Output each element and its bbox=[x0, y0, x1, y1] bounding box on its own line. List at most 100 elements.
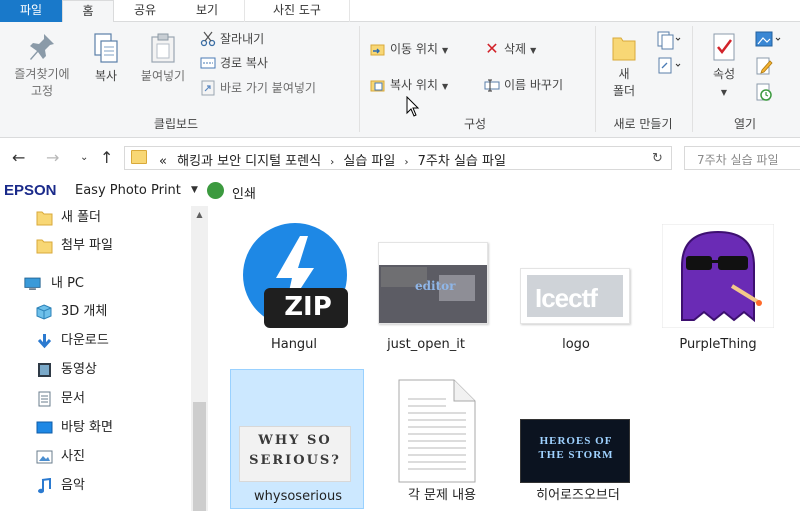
copy-path-icon bbox=[200, 55, 216, 71]
file-name: Hangul bbox=[270, 337, 318, 352]
group-divider bbox=[692, 26, 693, 132]
3d-objects-icon bbox=[36, 304, 52, 320]
new-folder-label-line1: 새 bbox=[618, 67, 630, 81]
breadcrumb-item[interactable]: 해킹과 보안 디지털 포렌식 bbox=[177, 154, 321, 169]
image-thumbnail: HEROES OF THE STORM bbox=[520, 419, 630, 483]
properties-label: 속성 bbox=[712, 67, 736, 81]
pin-to-quick-access-button[interactable]: 즐겨찾기에 고정 bbox=[4, 32, 80, 100]
recent-locations-chevron-icon[interactable]: ⌄ bbox=[80, 152, 88, 163]
paste-button[interactable]: 붙여넣기 bbox=[132, 32, 194, 85]
delete-button[interactable]: ✕ 삭제 ▼ bbox=[484, 38, 536, 60]
print-button[interactable]: 인쇄 bbox=[232, 183, 256, 202]
print-icon[interactable] bbox=[207, 182, 224, 199]
file-item-purplething[interactable]: PurpleThing bbox=[652, 214, 784, 354]
paste-shortcut-button[interactable]: 바로 가기 붙여넣기 bbox=[200, 77, 316, 99]
tree-item-label: 다운로드 bbox=[61, 333, 109, 348]
tab-picture-tools[interactable]: 사진 도구 bbox=[244, 0, 350, 22]
new-item-icon[interactable] bbox=[656, 30, 682, 50]
file-item-whysoserious[interactable]: WHY SO SERIOUS? whysoserious bbox=[230, 369, 364, 509]
breadcrumb-separator-icon[interactable]: › bbox=[330, 157, 334, 168]
refresh-icon[interactable]: ↻ bbox=[652, 151, 663, 166]
tree-item-documents[interactable]: 문서 bbox=[36, 385, 85, 413]
paste-icon bbox=[151, 33, 175, 63]
tree-item-videos[interactable]: 동영상 bbox=[36, 356, 97, 384]
tree-item-downloads[interactable]: 다운로드 bbox=[36, 327, 109, 355]
music-icon bbox=[38, 478, 51, 494]
tree-item-attachments[interactable]: 첨부 파일 bbox=[36, 232, 113, 260]
paste-shortcut-label: 바로 가기 붙여넣기 bbox=[220, 81, 316, 95]
tree-item-this-pc[interactable]: 내 PC bbox=[24, 270, 84, 298]
file-item-heroes[interactable]: HEROES OF THE STORM 히어로즈오브더 bbox=[512, 369, 644, 509]
tab-file[interactable]: 파일 bbox=[0, 0, 62, 22]
rename-button[interactable]: 이름 바꾸기 bbox=[484, 74, 563, 96]
thumb-text: WHY SO SERIOUS? bbox=[249, 433, 341, 468]
new-folder-button[interactable]: 새 폴더 bbox=[604, 32, 644, 100]
move-to-icon bbox=[370, 41, 386, 57]
tree-item-label: 문서 bbox=[61, 391, 85, 406]
move-to-dropdown-icon: ▼ bbox=[441, 46, 449, 55]
breadcrumb-separator-icon[interactable]: › bbox=[404, 157, 408, 168]
copy-to-button[interactable]: 복사 위치 ▼ bbox=[370, 74, 448, 96]
file-item-just-open-it[interactable]: editor just_open_it bbox=[360, 214, 492, 354]
paste-shortcut-icon bbox=[200, 80, 216, 96]
desktop-icon bbox=[36, 421, 53, 434]
cut-label: 잘라내기 bbox=[220, 32, 265, 46]
copy-to-label: 복사 위치 bbox=[390, 78, 438, 92]
ribbon: 즐겨찾기에 고정 복사 붙여넣기 잘라내기 경로 복사 바로 가기 붙여넣기 클… bbox=[0, 22, 800, 138]
tree-item-music[interactable]: 음악 bbox=[36, 472, 85, 500]
scroll-up-icon[interactable]: ▲ bbox=[191, 210, 208, 219]
file-item-hangul[interactable]: ZIP Hangul bbox=[228, 214, 360, 354]
search-input[interactable]: 7주차 실습 파일 bbox=[684, 146, 800, 170]
file-name: just_open_it bbox=[387, 337, 465, 352]
open-group-label: 열기 bbox=[733, 117, 757, 131]
breadcrumb: « 해킹과 보안 디지털 포렌식 › 실습 파일 › 7주차 실습 파일 bbox=[159, 150, 506, 169]
tab-share[interactable]: 공유 bbox=[116, 0, 174, 22]
easy-photo-print-button[interactable]: Easy Photo Print bbox=[75, 183, 181, 198]
pin-label-line1: 즐겨찾기에 bbox=[14, 67, 70, 81]
tree-item-pictures[interactable]: 사진 bbox=[36, 443, 85, 471]
pictures-icon bbox=[36, 450, 53, 464]
file-item-problem-contents[interactable]: 각 문제 내용 bbox=[376, 369, 508, 509]
tab-home[interactable]: 홈 bbox=[62, 0, 114, 23]
tree-item-label: 음악 bbox=[61, 478, 85, 493]
mouse-cursor-icon bbox=[406, 96, 420, 117]
pc-icon bbox=[24, 277, 41, 290]
edit-icon[interactable] bbox=[754, 56, 774, 76]
pin-icon bbox=[30, 34, 54, 60]
address-bar[interactable]: « 해킹과 보안 디지털 포렌식 › 실습 파일 › 7주차 실습 파일 ⌄ bbox=[124, 146, 751, 170]
new-group-label: 새로 만들기 bbox=[613, 117, 673, 131]
easy-access-icon[interactable] bbox=[656, 56, 682, 76]
epson-toolbar: EPSON Easy Photo Print ▼ 인쇄 bbox=[0, 178, 800, 204]
back-button[interactable]: ← bbox=[12, 148, 25, 167]
copy-path-button[interactable]: 경로 복사 bbox=[200, 52, 268, 74]
copy-button[interactable]: 복사 bbox=[84, 32, 128, 85]
image-thumbnail: editor bbox=[378, 242, 488, 324]
history-icon[interactable] bbox=[754, 82, 774, 102]
file-name: 히어로즈오브더 bbox=[536, 488, 620, 503]
up-button[interactable]: ↑ bbox=[100, 148, 113, 167]
breadcrumb-overflow[interactable]: « bbox=[159, 154, 167, 169]
new-folder-icon bbox=[612, 37, 636, 61]
clipboard-group-label: 클립보드 bbox=[153, 117, 199, 131]
open-icon[interactable] bbox=[754, 30, 784, 50]
easy-photo-print-dropdown-icon[interactable]: ▼ bbox=[191, 185, 198, 195]
tree-item-desktop[interactable]: 바탕 화면 bbox=[36, 414, 113, 442]
address-row: ← → ⌄ ↑ « 해킹과 보안 디지털 포렌식 › 실습 파일 › 7주차 실… bbox=[0, 140, 800, 176]
scroll-thumb[interactable] bbox=[193, 402, 206, 511]
breadcrumb-item[interactable]: 7주차 실습 파일 bbox=[418, 154, 506, 169]
tab-view[interactable]: 보기 bbox=[178, 0, 236, 22]
image-thumbnail: WHY SO SERIOUS? bbox=[239, 426, 351, 482]
tree-item-3d-objects[interactable]: 3D 개체 bbox=[36, 298, 107, 326]
file-item-logo[interactable]: Icectf logo bbox=[510, 214, 642, 354]
navigation-scrollbar[interactable]: ▲ bbox=[191, 206, 208, 511]
new-folder-label-line2: 폴더 bbox=[612, 84, 636, 98]
properties-button[interactable]: 속성 ▼ bbox=[702, 32, 746, 101]
group-divider bbox=[359, 26, 360, 132]
breadcrumb-item[interactable]: 실습 파일 bbox=[343, 154, 395, 169]
copy-label: 복사 bbox=[94, 69, 118, 83]
tree-item-new-folder[interactable]: 새 폴더 bbox=[36, 204, 101, 232]
text-document-icon bbox=[398, 379, 476, 483]
forward-button[interactable]: → bbox=[46, 148, 59, 167]
move-to-button[interactable]: 이동 위치 ▼ bbox=[370, 38, 448, 60]
cut-button[interactable]: 잘라내기 bbox=[200, 28, 264, 50]
